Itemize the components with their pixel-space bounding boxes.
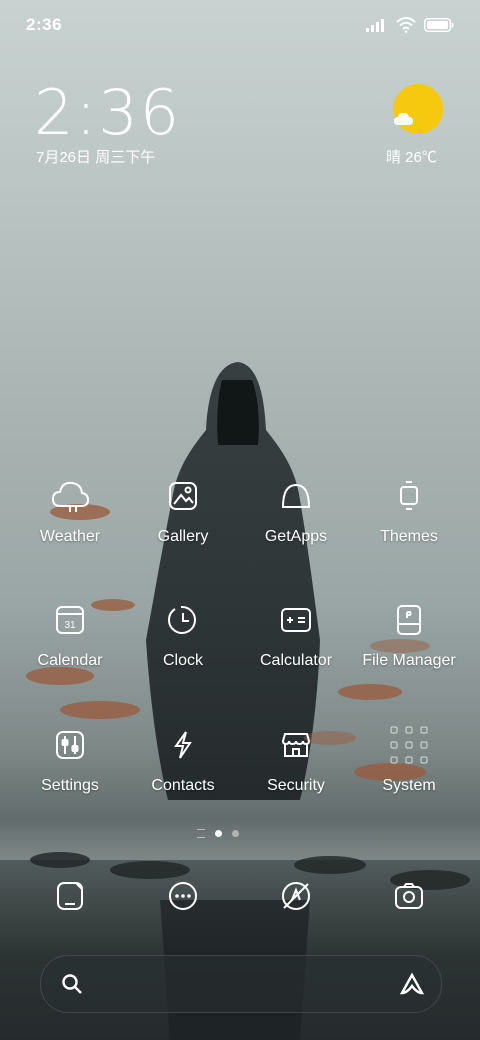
themes-icon xyxy=(389,476,429,516)
app-security[interactable]: Security xyxy=(236,725,356,795)
app-settings[interactable]: Settings xyxy=(10,725,130,795)
file-manager-icon xyxy=(389,600,429,640)
app-label-contacts: Contacts xyxy=(151,777,215,794)
search-icon[interactable] xyxy=(61,973,83,995)
security-icon xyxy=(276,725,316,765)
app-label-calendar: Calendar xyxy=(37,652,103,669)
clock-widget-time[interactable]: 2:36 xyxy=(34,76,181,149)
settings-icon xyxy=(50,725,90,765)
status-time: 2:36 xyxy=(26,15,63,34)
clock-icon xyxy=(163,600,203,640)
app-calendar[interactable]: 31 Calendar xyxy=(10,600,130,670)
app-label-getapps: GetApps xyxy=(264,528,328,545)
phone-icon[interactable] xyxy=(50,876,90,916)
wifi-icon xyxy=(396,17,416,33)
app-label-calculator: Calculator xyxy=(259,652,333,669)
svg-text:31: 31 xyxy=(64,620,76,631)
contacts-icon xyxy=(163,725,203,765)
calendar-icon: 31 xyxy=(50,600,90,640)
app-label-weather: Weather xyxy=(39,528,101,545)
camera-icon[interactable] xyxy=(389,876,429,916)
messages-icon[interactable] xyxy=(163,876,203,916)
app-contacts[interactable]: Contacts xyxy=(123,725,243,795)
page-dot xyxy=(232,830,239,837)
app-label-file-manager: File Manager xyxy=(362,652,456,669)
app-file-manager[interactable]: File Manager xyxy=(349,600,469,670)
getapps-icon xyxy=(276,476,316,516)
signal-icon xyxy=(366,19,384,32)
app-label-system: System xyxy=(382,777,436,794)
battery-icon xyxy=(424,18,454,32)
app-label-clock: Clock xyxy=(162,652,203,669)
status-bar: 2:36 xyxy=(0,0,480,50)
app-label-settings: Settings xyxy=(41,777,99,794)
system-folder-icon xyxy=(389,725,429,765)
assistant-icon[interactable] xyxy=(399,972,425,996)
page-list-icon xyxy=(197,829,205,838)
app-system-folder[interactable]: System xyxy=(349,725,469,795)
app-clock[interactable]: Clock xyxy=(123,600,243,670)
page-indicator[interactable] xyxy=(197,829,239,838)
weather-text[interactable]: 晴 26℃ xyxy=(386,146,437,167)
gallery-icon xyxy=(163,476,203,516)
page-dot-active xyxy=(215,830,222,837)
clock-widget-date: 7月26日 周三下午 xyxy=(36,149,156,166)
app-label-gallery: Gallery xyxy=(157,528,209,545)
calculator-icon xyxy=(276,600,316,640)
app-getapps[interactable]: GetApps xyxy=(236,476,356,546)
app-gallery[interactable]: Gallery xyxy=(123,476,243,546)
search-bar[interactable] xyxy=(40,955,442,1013)
weather-cloud-icon xyxy=(50,476,90,516)
app-label-security: Security xyxy=(267,777,325,794)
app-label-themes: Themes xyxy=(380,528,438,545)
app-themes[interactable]: Themes xyxy=(349,476,469,546)
sun-cloud-icon[interactable] xyxy=(392,83,444,135)
app-calculator[interactable]: Calculator xyxy=(236,600,356,670)
app-weather[interactable]: Weather xyxy=(10,476,130,546)
browser-icon[interactable] xyxy=(276,876,316,916)
